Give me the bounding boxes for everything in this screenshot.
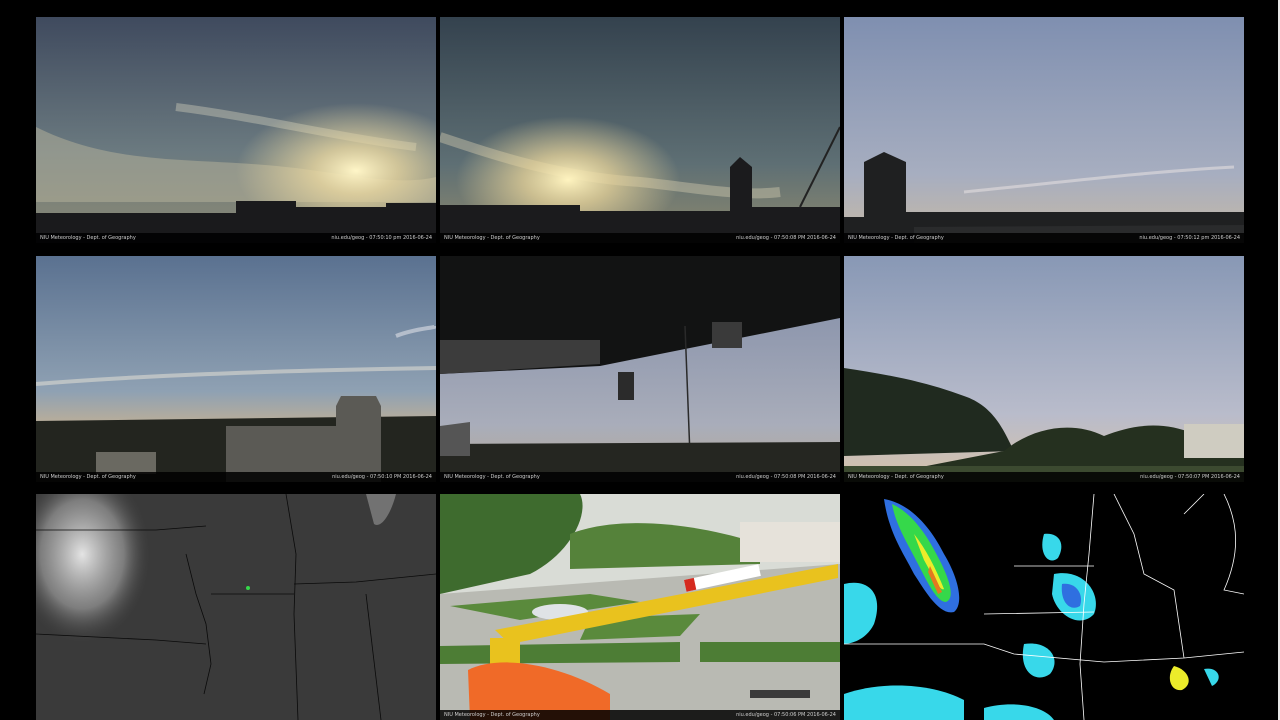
castle-sky-image — [36, 256, 436, 482]
satellite-panel[interactable] — [36, 494, 436, 720]
caption-right: niu.edu/geog - 07:50:06 PM 2016-06-24 — [736, 712, 836, 718]
caption-left: NIU Meteorology - Dept. of Geography — [444, 712, 540, 718]
campus-lift-image — [440, 494, 840, 720]
caption-right: niu.edu/geog - 07:50:10 pm 2016-06-24 — [331, 235, 432, 241]
webcam-caption: NIU Meteorology - Dept. of Geography niu… — [440, 233, 840, 243]
caption-right: niu.edu/geog - 07:50:07 PM 2016-06-24 — [1140, 474, 1240, 480]
caption-left: NIU Meteorology - Dept. of Geography — [444, 474, 540, 480]
caption-left: NIU Meteorology - Dept. of Geography — [444, 235, 540, 241]
caption-right: niu.edu/geog - 07:50:12 pm 2016-06-24 — [1139, 235, 1240, 241]
radar-image — [844, 494, 1244, 720]
webcam-caption: NIU Meteorology - Dept. of Geography niu… — [844, 233, 1244, 243]
sunset-sky-image — [36, 17, 436, 243]
webcam-panel-5[interactable]: NIU Meteorology - Dept. of Geography niu… — [440, 256, 840, 482]
caption-left: NIU Meteorology - Dept. of Geography — [40, 474, 136, 480]
webcam-caption: NIU Meteorology - Dept. of Geography niu… — [440, 472, 840, 482]
roof-overhang-image — [440, 256, 840, 482]
webcam-caption: NIU Meteorology - Dept. of Geography niu… — [36, 233, 436, 243]
radar-panel[interactable] — [844, 494, 1244, 720]
webcam-panel-6[interactable]: NIU Meteorology - Dept. of Geography niu… — [844, 256, 1244, 482]
webcam-caption: NIU Meteorology - Dept. of Geography niu… — [440, 710, 840, 720]
webcam-panel-2[interactable]: NIU Meteorology - Dept. of Geography niu… — [440, 17, 840, 243]
caption-left: NIU Meteorology - Dept. of Geography — [40, 235, 136, 241]
webcam-panel-4[interactable]: NIU Meteorology - Dept. of Geography niu… — [36, 256, 436, 482]
caption-right: niu.edu/geog - 07:50:08 PM 2016-06-24 — [736, 235, 836, 241]
webcam-panel-3[interactable]: NIU Meteorology - Dept. of Geography niu… — [844, 17, 1244, 243]
clear-sky-tower-image — [844, 17, 1244, 243]
caption-left: NIU Meteorology - Dept. of Geography — [848, 235, 944, 241]
caption-right: niu.edu/geog - 07:50:10 PM 2016-06-24 — [332, 474, 432, 480]
trees-building-image — [844, 256, 1244, 482]
webcam-caption: NIU Meteorology - Dept. of Geography niu… — [844, 472, 1244, 482]
webcam-panel-8[interactable]: NIU Meteorology - Dept. of Geography niu… — [440, 494, 840, 720]
caption-right: niu.edu/geog - 07:50:08 PM 2016-06-24 — [736, 474, 836, 480]
satellite-image — [36, 494, 436, 720]
webcam-panel-1[interactable]: NIU Meteorology - Dept. of Geography niu… — [36, 17, 436, 243]
sunset-tower-image — [440, 17, 840, 243]
webcam-caption: NIU Meteorology - Dept. of Geography niu… — [36, 472, 436, 482]
webcam-grid: NIU Meteorology - Dept. of Geography niu… — [0, 0, 1280, 720]
caption-left: NIU Meteorology - Dept. of Geography — [848, 474, 944, 480]
